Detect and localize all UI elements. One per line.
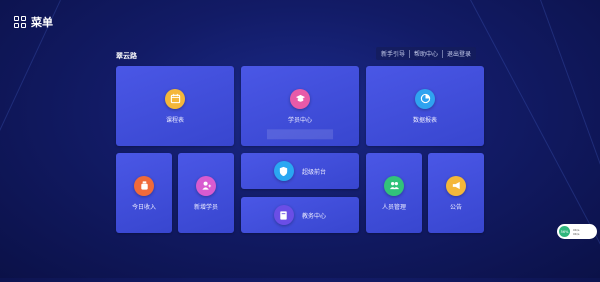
upload-speed: 0K/s [573, 227, 580, 232]
users-icon [384, 175, 404, 196]
book-icon [273, 205, 294, 225]
tile-data-report[interactable]: 数据报表 [366, 66, 484, 146]
tile-staff-management[interactable]: 人员管理 [366, 153, 422, 233]
tile-schedule[interactable]: 课程表 [116, 66, 234, 146]
tile-today-income[interactable]: 今日收入 [116, 153, 172, 233]
menu-title: 菜单 [31, 16, 53, 29]
add-user-icon [196, 175, 216, 196]
divider [409, 49, 411, 58]
background-line [0, 0, 61, 273]
pie-chart-icon [415, 88, 435, 109]
tile-label: 人员管理 [381, 203, 406, 211]
download-speed: 0K/s [573, 231, 580, 236]
tile-academic-center[interactable]: 教务中心 [241, 197, 359, 233]
watermark-icon [266, 129, 334, 140]
logout-link[interactable]: 退出登录 [447, 49, 471, 58]
top-links: 新手引导 帮助中心 退出登录 [376, 47, 477, 60]
tile-super-front-desk[interactable]: 超级前台 [241, 153, 359, 189]
money-bag-icon [134, 175, 154, 196]
tile-label: 新增学员 [193, 203, 218, 211]
tile-label: 教务中心 [301, 212, 326, 220]
graduation-cap-icon [290, 88, 310, 109]
background-line [540, 0, 600, 282]
header: 菜单 [14, 14, 53, 30]
tile-label: 课程表 [165, 116, 184, 124]
tile-new-student[interactable]: 新增学员 [178, 153, 234, 233]
tile-announcement[interactable]: 公告 [428, 153, 484, 233]
organization-name: 翠云路 [116, 52, 137, 60]
network-speed-widget[interactable]: 56% 0K/s 0K/s [557, 224, 597, 239]
tile-label: 超级前台 [301, 168, 326, 176]
grid-icon[interactable] [14, 16, 26, 28]
megaphone-icon [446, 175, 466, 196]
help-link[interactable]: 帮助中心 [414, 49, 438, 58]
tile-label: 数据报表 [412, 116, 437, 124]
tile-label: 公告 [449, 203, 462, 211]
tile-student-center[interactable]: 学员中心 [241, 66, 359, 146]
tile-label: 今日收入 [131, 203, 156, 211]
divider [442, 49, 444, 58]
calendar-icon [165, 88, 185, 109]
guide-link[interactable]: 新手引导 [381, 49, 405, 58]
usage-percent: 56% [559, 226, 570, 237]
shield-icon [273, 161, 294, 181]
